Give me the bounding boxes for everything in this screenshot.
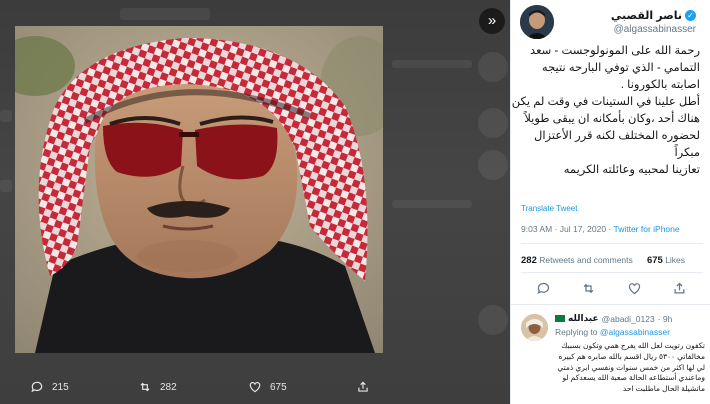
- replying-prefix: Replying to: [555, 327, 600, 337]
- reply-tweet[interactable]: عبدالله @abadi_0123 · 9h Replying to @al…: [511, 311, 710, 404]
- retweet-count: 282: [160, 381, 177, 393]
- ghost-line: [392, 200, 472, 208]
- double-chevron-right-icon[interactable]: »: [479, 8, 505, 34]
- replying-to-handle[interactable]: @algassabinasser: [600, 327, 670, 337]
- author-name[interactable]: ناصر القصبي: [611, 9, 682, 22]
- verified-badge-icon: ✓: [685, 10, 696, 21]
- ghost-line: [0, 110, 12, 122]
- like-count: 675: [270, 381, 287, 393]
- author-avatar[interactable]: [520, 5, 554, 39]
- tweet-text-line: أطل علينا في الستينات في وقت لم يكن: [511, 96, 700, 108]
- reply-header: عبدالله @abadi_0123 · 9h: [555, 313, 672, 324]
- reply-text-line: مخالفاتي ٥٣٠٠ ريال اقسم بالله صابره هم ك…: [558, 351, 705, 361]
- translate-tweet-link[interactable]: Translate Tweet: [521, 204, 577, 213]
- divider: [511, 304, 710, 305]
- reply-time[interactable]: · 9h: [658, 314, 673, 324]
- media-action-bar: 215 282 675: [0, 372, 510, 404]
- tweet-text-line: مبكراً: [674, 147, 700, 159]
- reply-avatar-image: [521, 314, 548, 341]
- tweet-timestamp[interactable]: 9:03 AM · Jul 17, 2020 ·: [521, 224, 613, 234]
- ghost-avatar: [478, 150, 508, 180]
- ghost-line: [392, 60, 472, 68]
- retweet-icon: [583, 283, 594, 294]
- reply-icon: [31, 381, 43, 393]
- reply-icon: [537, 282, 549, 295]
- tweet-stats: 282 Retweets and comments 675 Likes: [521, 255, 685, 266]
- tweet-text-line: هناك أحد ،وكان بأمكانه ان يبقى طويلاً: [524, 113, 700, 125]
- reply-text-line: ماتشيلة الحال ماطلبت احد: [622, 384, 705, 394]
- divider: [521, 243, 703, 244]
- ghost-avatar: [478, 108, 508, 138]
- tweet-text-line: التمامي - الذي توفي البارحه نتيجه: [541, 62, 700, 74]
- tweet-source[interactable]: Twitter for iPhone: [613, 224, 679, 234]
- share-icon: [358, 381, 368, 392]
- retweets-label: Retweets and comments: [539, 255, 633, 265]
- like-action[interactable]: 675: [248, 380, 287, 394]
- saudi-flag-icon: [555, 315, 565, 322]
- retweet-action[interactable]: 282: [138, 380, 177, 394]
- reply-text-line: لي لها اكثر من خمس سنوات ونفسي ابري ذمتي: [557, 362, 705, 372]
- share-icon: [674, 282, 685, 294]
- author-handle[interactable]: @algassabinasser: [614, 24, 696, 35]
- tweet-text-line: رحمة الله على المونولوجست - سعد: [530, 45, 700, 57]
- retweets-count: 282: [521, 255, 537, 266]
- reply-count: 215: [52, 381, 69, 393]
- author-avatar-image: [520, 5, 554, 39]
- tweet-photo[interactable]: [15, 26, 383, 353]
- ghost-avatar: [478, 305, 508, 335]
- reply-avatar[interactable]: [521, 314, 548, 341]
- like-button[interactable]: [627, 281, 643, 297]
- tweet-text-line: لحضوره المختلف لكنه قرر الأعتزال: [533, 130, 700, 142]
- like-icon: [628, 283, 640, 295]
- retweet-button[interactable]: [581, 281, 597, 297]
- reply-action[interactable]: 215: [30, 380, 69, 394]
- tweet-meta: 9:03 AM · Jul 17, 2020 · Twitter for iPh…: [521, 224, 680, 234]
- divider: [521, 272, 703, 273]
- share-button[interactable]: [672, 281, 688, 297]
- ghost-avatar: [478, 52, 508, 82]
- tweet-text: رحمة الله على المونولوجست - سعد التمامي …: [511, 43, 700, 179]
- share-action[interactable]: [356, 380, 370, 394]
- likes-count: 675: [646, 255, 663, 266]
- tweet-text-line: تعازينا لمحبيه وعائلته الكريمه: [563, 164, 700, 176]
- likes-label: Likes: [665, 255, 686, 265]
- ghost-header: [120, 8, 210, 20]
- like-icon: [249, 382, 261, 393]
- reply-text-line: تكفون رتويت لعل الله يفرج همي وتكون بسبب…: [561, 341, 705, 350]
- reply-text-line: وماعندي أستطاعه الحالة صعبة الله يسعدكم …: [562, 373, 705, 383]
- reply-author-name[interactable]: عبدالله: [568, 313, 599, 324]
- tweet-action-bar: [521, 281, 703, 297]
- retweets-stat[interactable]: 282 Retweets and comments: [521, 255, 633, 266]
- reply-author-handle[interactable]: @abadi_0123: [602, 314, 655, 324]
- portrait-image: [15, 26, 383, 353]
- ghost-line: [0, 180, 12, 192]
- replying-to: Replying to @algassabinasser: [555, 327, 670, 337]
- likes-stat[interactable]: 675 Likes: [646, 255, 686, 266]
- reply-button[interactable]: [536, 281, 552, 297]
- tweet-detail-panel: ناصر القصبي ✓ @algassabinasser رحمة الله…: [510, 0, 710, 404]
- tweet-text-line: اصابته بالكورونا .: [620, 79, 700, 91]
- retweet-icon: [140, 382, 150, 392]
- reply-text: تكفون رتويت لعل الله يفرج همي وتكون بسبب…: [549, 341, 705, 395]
